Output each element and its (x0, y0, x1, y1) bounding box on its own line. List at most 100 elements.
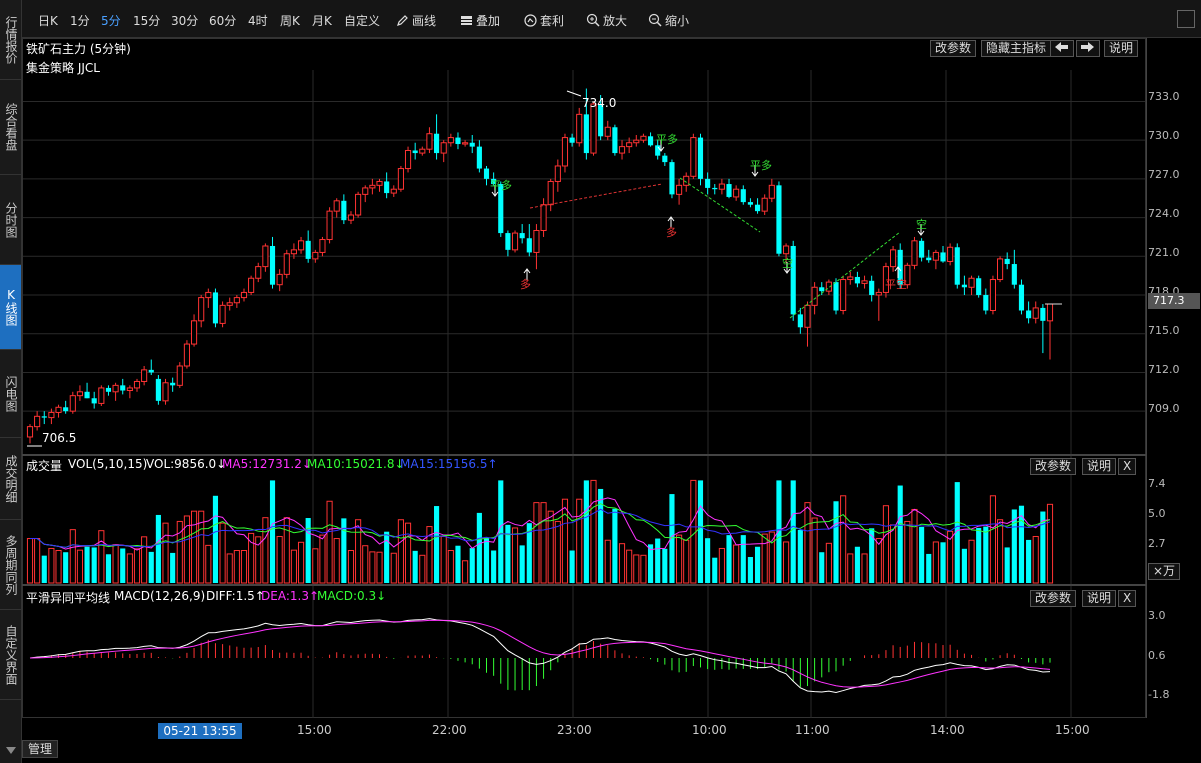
prev-button[interactable] (1050, 40, 1074, 57)
volume-edit-params-button[interactable]: 改参数 (1030, 458, 1077, 475)
candle-body (283, 253, 290, 275)
volume-bar (69, 529, 76, 584)
candle-body (875, 291, 882, 296)
volume-title: 成交量 (26, 459, 63, 473)
explain-button[interactable]: 说明 (1104, 40, 1139, 57)
candle-body (462, 142, 469, 145)
candle-body (133, 380, 141, 389)
candle-body (854, 276, 860, 284)
volume-bar (733, 544, 740, 584)
volume-bar (98, 530, 105, 584)
manage-tab[interactable]: 管理 (22, 740, 58, 758)
candle-body (255, 266, 262, 279)
candle-body (997, 258, 1004, 281)
candle-body (576, 113, 583, 144)
macd-close-button[interactable]: X (1118, 590, 1137, 607)
volume-ma5: MA5:12731.2↓ (222, 457, 312, 471)
volume-bar (283, 517, 290, 584)
macd-edit-params-button[interactable]: 改参数 (1030, 590, 1077, 607)
volume-close-button[interactable]: X (1118, 458, 1137, 475)
macd-indicator: MACD(12,26,9) (114, 589, 206, 603)
candle-body (526, 238, 532, 253)
candle-body (91, 398, 97, 404)
volume-ma-line (30, 497, 1051, 551)
next-button[interactable] (1076, 40, 1100, 57)
candle-body (26, 426, 34, 438)
volume-bar (297, 541, 305, 584)
candle-body (861, 280, 868, 284)
volume-bar (333, 538, 340, 584)
candle-body (869, 280, 875, 296)
macd-tick: 3.0 (1148, 609, 1166, 622)
candle-body (55, 406, 62, 413)
candle-body (276, 273, 283, 286)
candle-body (69, 395, 76, 412)
candle-body (333, 200, 340, 212)
candle-body (590, 103, 597, 154)
volume-bar (390, 552, 397, 584)
candle-body (540, 204, 547, 231)
candle-body (511, 232, 519, 251)
candle-body (712, 187, 718, 190)
volume-bar (290, 549, 297, 584)
volume-bar (854, 546, 860, 583)
time-tick: 10:00 (692, 723, 727, 737)
candle-body (476, 146, 482, 169)
time-tick: 15:00 (1055, 723, 1090, 737)
candle-body (718, 183, 725, 190)
candle-body (705, 178, 711, 188)
volume-bar (561, 498, 569, 584)
volume-explain-button[interactable]: 说明 (1082, 458, 1117, 475)
candle-body (697, 137, 704, 179)
macd-title: 平滑异同平均线 (26, 591, 111, 605)
volume-bar (726, 535, 732, 583)
volume-bar (783, 541, 790, 584)
volume-bar (226, 553, 233, 584)
candle-body (1026, 310, 1032, 319)
candle-body (126, 387, 133, 392)
price-tick: 733.0 (1148, 90, 1180, 103)
candle-body (747, 202, 753, 205)
volume-bar (162, 522, 169, 584)
macd-value: MACD:0.3↓ (317, 589, 387, 603)
volume-bar (434, 506, 440, 583)
price-tick: 727.0 (1148, 168, 1180, 181)
volume-bar (63, 552, 69, 583)
candle-body (469, 142, 475, 147)
candle-body (768, 184, 775, 199)
volume-bar (1026, 539, 1032, 583)
candle-body (1040, 307, 1046, 321)
volume-bar (911, 508, 918, 584)
macd-diff: DIFF:1.5↑ (206, 589, 265, 603)
candle-body (419, 148, 426, 154)
candle-body (347, 214, 355, 221)
volume-bar (1004, 547, 1010, 583)
hide-indicator-button[interactable]: 隐藏主指标 (981, 40, 1052, 57)
volume-bar (84, 546, 90, 583)
candle-body (761, 197, 768, 212)
signal-label: 平多 (750, 159, 772, 172)
macd-lines (29, 618, 1051, 693)
high-label: 734.0 (582, 96, 617, 110)
arrow-left-icon (1055, 42, 1068, 52)
candle-body (290, 249, 297, 255)
candle-body (940, 252, 946, 262)
volume-bar (26, 538, 34, 584)
volume-bar (825, 542, 832, 584)
volume-bar (240, 550, 248, 584)
volume-bar (569, 550, 575, 583)
kline-chart[interactable] (0, 0, 1201, 763)
candle-body (412, 150, 418, 154)
signal-label: 平多 (656, 133, 678, 146)
macd-explain-button[interactable]: 说明 (1082, 590, 1117, 607)
candle-body (434, 133, 440, 154)
volume-bar (440, 535, 447, 584)
candle-body (804, 304, 811, 328)
candle-body (519, 233, 525, 239)
volume-bar (469, 548, 475, 583)
candle-body (326, 210, 333, 241)
edit-params-button[interactable]: 改参数 (930, 40, 977, 57)
candle-body (233, 297, 240, 304)
volume-bar (141, 536, 148, 584)
candle-body (297, 240, 305, 251)
